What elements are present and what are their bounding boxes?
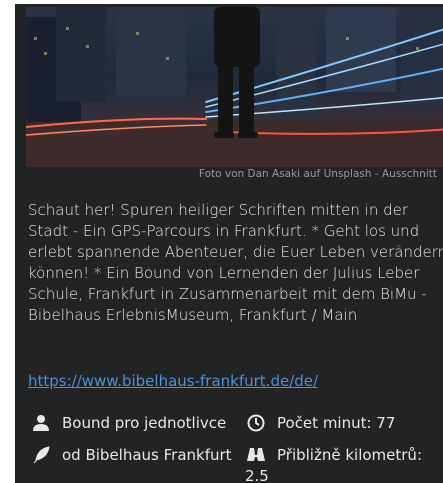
cover-photo bbox=[26, 7, 443, 167]
feather-icon bbox=[30, 445, 52, 465]
binoculars-icon bbox=[245, 445, 267, 465]
bound-type: Bound pro jednotlivce bbox=[30, 413, 226, 433]
clock-icon bbox=[245, 413, 267, 433]
user-icon bbox=[30, 413, 52, 433]
distance-value: 2.5 bbox=[245, 467, 269, 483]
bound-card: Foto von Dan Asaki auf Unsplash - Aussch… bbox=[15, 4, 443, 483]
distance: Přibližně kilometrů: bbox=[245, 445, 422, 465]
duration: Počet minut: 77 bbox=[245, 413, 395, 433]
author: od Bibelhaus Frankfurt bbox=[30, 445, 232, 465]
website-link[interactable]: https://www.bibelhaus-frankfurt.de/de/ bbox=[28, 372, 318, 390]
bound-description: Schaut her! Spuren heiliger Schriften mi… bbox=[28, 201, 443, 324]
bound-type-label: Bound pro jednotlivce bbox=[62, 414, 227, 432]
distance-label: Přibližně kilometrů: bbox=[277, 446, 422, 464]
photo-caption: Foto von Dan Asaki auf Unsplash - Aussch… bbox=[198, 168, 437, 180]
author-label: od Bibelhaus Frankfurt bbox=[62, 446, 232, 464]
duration-label: Počet minut: 77 bbox=[277, 414, 396, 432]
